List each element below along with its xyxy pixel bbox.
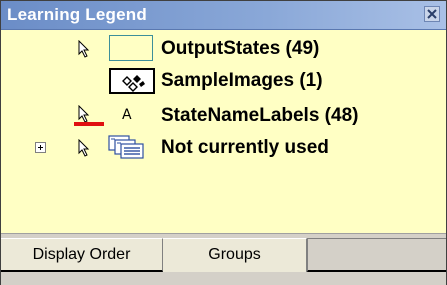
legend-window: Learning Legend OutputStates (49) Sample… xyxy=(0,0,447,285)
tab-bar-filler xyxy=(307,238,446,272)
legend-item-label: SampleImages (1) xyxy=(161,70,323,91)
tab-display-order[interactable]: Display Order xyxy=(1,238,163,272)
legend-item-label: StateNameLabels (48) xyxy=(161,105,359,126)
legend-item-sample-images[interactable]: SampleImages (1) xyxy=(1,64,446,96)
label-marker-bar xyxy=(74,122,104,126)
legend-list: OutputStates (49) SampleImages (1) A Sta… xyxy=(1,30,446,230)
expand-icon[interactable] xyxy=(35,142,46,153)
select-arrow-icon[interactable] xyxy=(77,139,93,157)
legend-item-label: Not currently used xyxy=(161,137,329,158)
output-states-swatch[interactable] xyxy=(109,35,153,61)
window-title: Learning Legend xyxy=(7,5,147,24)
title-bar[interactable]: Learning Legend xyxy=(1,1,446,30)
legend-item-not-currently-used[interactable]: Not currently used xyxy=(1,131,446,163)
text-label-glyph: A xyxy=(122,107,132,123)
tab-groups[interactable]: Groups xyxy=(163,238,307,272)
sample-images-swatch[interactable] xyxy=(109,68,155,94)
legend-item-output-states[interactable]: OutputStates (49) xyxy=(1,32,446,64)
legend-item-state-name-labels[interactable]: A StateNameLabels (48) xyxy=(1,99,446,131)
sample-images-icon xyxy=(122,75,145,92)
close-icon xyxy=(427,9,437,19)
close-button[interactable] xyxy=(424,6,440,22)
select-arrow-icon[interactable] xyxy=(77,40,93,58)
tab-bar: Display Order Groups xyxy=(1,233,446,285)
layers-icon[interactable] xyxy=(107,134,157,160)
legend-item-label: OutputStates (49) xyxy=(161,38,320,59)
select-arrow-icon[interactable] xyxy=(77,105,93,123)
